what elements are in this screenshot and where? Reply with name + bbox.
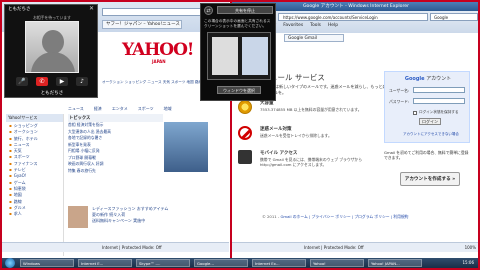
footer-link-home[interactable]: Gmail のホーム	[280, 214, 307, 219]
gmail-status-text: Internet | Protected Mode: Off	[304, 245, 364, 250]
news-tab[interactable]: 地域	[164, 106, 172, 111]
login-panel: Google アカウント ユーザー名: パスワード: ログイン状態を保持する ロ…	[384, 71, 470, 143]
thumb-right	[242, 37, 268, 75]
phone-icon	[238, 150, 252, 164]
speaker-icon[interactable]: ♪	[76, 77, 88, 86]
screen-share-popup: ⇄ 共有を停止 この場合の表示中の画面と共有されるスクリーンショットを選んでくだ…	[200, 3, 276, 101]
feature-desc: 携帯で Gmail を見るには、携帯端末のウェブ ブラウザから http://g…	[260, 157, 363, 168]
taskbar-item[interactable]: Internet Ex...	[252, 259, 306, 267]
start-button[interactable]	[5, 258, 15, 268]
ad-line[interactable]: 送料無料キャンペーン 実施中	[92, 218, 218, 224]
login-button[interactable]: ログイン	[419, 118, 441, 125]
feature-mobile: モバイル アクセス 携帯で Gmail を見るには、携帯端末のウェブ ブラウザか…	[238, 150, 378, 174]
taskbar-item[interactable]: Windows	[20, 259, 74, 267]
no-spam-icon	[238, 126, 252, 140]
popup-text: この場合の表示中の画面と共有されるスクリーンショットを選んでください。	[204, 19, 271, 28]
menu-item[interactable]: Help	[328, 23, 338, 28]
taskbar-item[interactable]: Yahoo!	[310, 259, 364, 267]
news-tab[interactable]: エンタメ	[112, 106, 128, 111]
yahoo-logo-sub: JAPAN	[152, 59, 166, 64]
avatar-body	[31, 52, 75, 72]
taskbar-clock: 15:06	[462, 260, 474, 265]
yahoo-topics: トピックス 首相 経済対策を指示 大型連休の人出 過去最高 各地で記録的な暑さ 新型車…	[68, 114, 163, 174]
feature-spam: 迷惑メール対策 迷惑メールを受信トレイから排除します。	[238, 126, 378, 150]
feature-desc: 7553.374855 MB 以上を無料の容量が用意されています。	[260, 107, 362, 112]
taskbar-item[interactable]: Internet E...	[78, 259, 132, 267]
username-label: ユーザー名:	[389, 88, 410, 93]
mic-icon[interactable]: 🎤	[16, 77, 28, 86]
footer-link-privacy[interactable]: プライバシー ポリシー	[312, 214, 351, 219]
remember-checkbox[interactable]	[413, 111, 417, 115]
login-title: Google アカウント	[385, 75, 471, 82]
feature-title: モバイル アクセス	[260, 151, 298, 156]
footer-link-program[interactable]: プログラム ポリシー	[354, 214, 389, 219]
video-call-window[interactable]: ともだちさ ✕ お相手を待っています 🎤 ✆ ▶ ♪ ともだちさ	[4, 4, 98, 98]
sidebar-item[interactable]: 求人	[6, 211, 63, 217]
login-help-link[interactable]: アカウントにアクセスできない場合	[403, 132, 459, 137]
gmail-address-bar[interactable]: https://www.google.com/accounts/ServiceL…	[278, 13, 428, 21]
thumb-left	[212, 37, 238, 75]
taskbar-item[interactable]: Google...	[194, 259, 248, 267]
yahoo-logo[interactable]: YAHOO!	[122, 40, 194, 60]
taskbar: Windows Internet E... Skype™ -... Google...…	[2, 258, 478, 268]
yahoo-ad-text: レディースファッション おすすめアイテム 夏の新作 続々入荷 送料無料キャンペーン …	[68, 206, 218, 228]
create-account-button[interactable]: アカウントを作成する »	[400, 172, 460, 186]
topic-link[interactable]: 特集 春の旅行先	[68, 168, 163, 175]
menu-item[interactable]: Favorites	[283, 23, 303, 28]
clock-icon	[238, 100, 252, 114]
zoom-level[interactable]: 100%	[465, 243, 476, 252]
taskbar-item[interactable]: Yahoo! JAPAN...	[368, 259, 422, 267]
gmail-status-bar: Internet | Protected Mode: Off 100%	[232, 242, 478, 252]
yahoo-status-bar: Internet | Protected Mode: Off	[2, 242, 229, 252]
close-icon[interactable]: ✕	[89, 5, 94, 12]
gmail-search-box[interactable]: Google	[430, 13, 478, 21]
taskbar-item[interactable]: Skype™ -...	[136, 259, 190, 267]
yahoo-news-photo[interactable]	[164, 122, 208, 172]
yahoo-topics-header: トピックス	[68, 114, 163, 122]
copyright: © 2011 -	[262, 214, 281, 219]
password-label: パスワード:	[389, 99, 410, 104]
footer-link-terms[interactable]: 利用規約	[393, 214, 408, 219]
yahoo-services-sidebar: Yahoo!サービス ショッピングオークション旅行、ホテルニュース天気スポーツフ…	[6, 114, 64, 256]
window-thumbnail[interactable]	[207, 32, 271, 80]
contact-name: ともだちさ	[40, 91, 64, 96]
video-icon[interactable]: ▶	[56, 77, 68, 86]
desktop: ヤフー！ジャパン – Yahoo!ニュース YAHOO! JAPAN オークショ…	[2, 2, 478, 258]
news-tab[interactable]: スポーツ	[138, 106, 154, 111]
feature-desc: 迷惑メールを受信トレイから排除します。	[260, 133, 332, 138]
yahoo-news-tabs: ニュース 経済 エンタメ スポーツ 地域	[68, 106, 218, 113]
news-tab[interactable]: ニュース	[68, 106, 84, 111]
password-input[interactable]	[413, 98, 465, 104]
gmail-footer: © 2011 - Gmail のホーム | プライバシー ポリシー | プログラ…	[262, 214, 409, 219]
signup-text: Gmail を初めてご利用の場合、無料で簡単に登録できます。	[384, 150, 469, 160]
yahoo-browser-tab[interactable]: ヤフー！ジャパン – Yahoo!ニュース	[102, 20, 182, 29]
menu-item[interactable]: Tools	[310, 23, 321, 28]
news-tab[interactable]: 経済	[94, 106, 102, 111]
username-input[interactable]	[413, 87, 465, 93]
video-call-title: ともだちさ	[8, 7, 31, 12]
login-title-text: アカウント	[424, 76, 452, 82]
gmail-browser-tab[interactable]: Google Gmail	[284, 34, 344, 42]
gmail-intro: Gmail は新しいタイプのメールです。迷惑メールを減らし、もっと楽しいメールを…	[262, 84, 391, 95]
stop-sharing-button[interactable]: 共有を停止	[217, 6, 273, 14]
feature-storage: 大容量 7553.374855 MB 以上を無料の容量が用意されています。	[238, 100, 378, 124]
feature-title: 迷惑メール対策	[260, 127, 292, 132]
share-icon: ⇄	[204, 6, 213, 15]
select-window-button[interactable]: ウィンドウを選択	[217, 86, 261, 94]
end-call-icon[interactable]: ✆	[36, 77, 48, 86]
yahoo-services-header: Yahoo!サービス	[6, 114, 63, 122]
remember-label: ログイン状態を保持する	[419, 110, 459, 114]
gmail-heading: メール サービス	[270, 73, 325, 82]
call-controls: 🎤 ✆ ▶ ♪	[16, 77, 88, 87]
avatar	[25, 21, 79, 73]
avatar-head	[42, 30, 64, 54]
google-brand: Google	[404, 76, 425, 82]
